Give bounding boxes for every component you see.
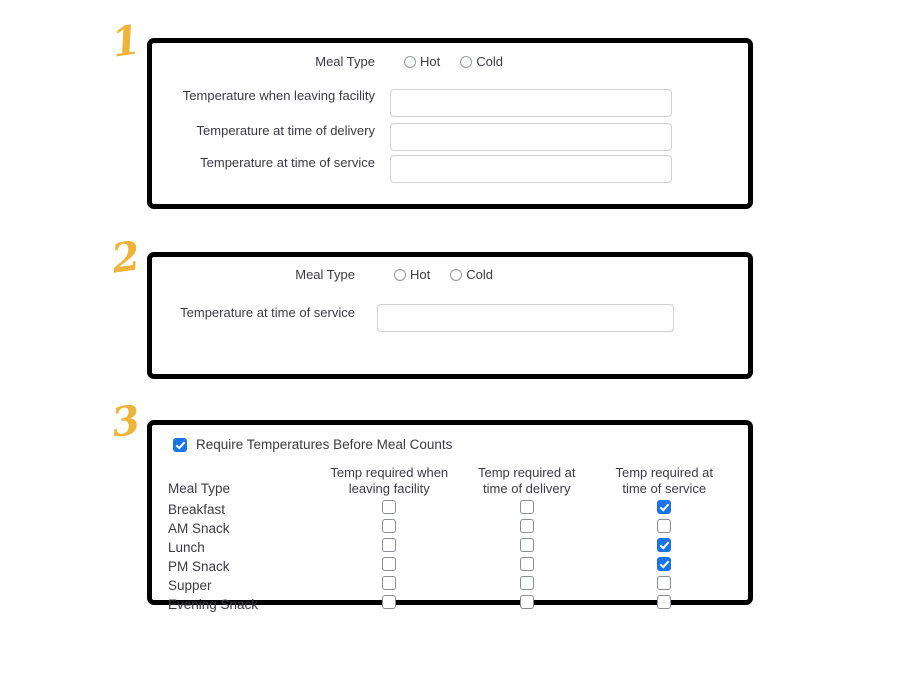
- panel1-temp-at-delivery-label: Temperature at time of delivery: [196, 123, 375, 138]
- panel1-meal-type-label: Meal Type: [315, 54, 375, 69]
- require-temperatures-label: Require Temperatures Before Meal Counts: [196, 437, 453, 452]
- checkbox-cell-service[interactable]: [596, 519, 734, 538]
- checkbox-service-breakfast[interactable]: [657, 500, 672, 514]
- meal-type-cell: Lunch: [168, 540, 205, 555]
- panel2-service-label-row: Temperature at time of service: [160, 305, 355, 320]
- panel2-radio-hot-label: Hot: [410, 267, 431, 282]
- header-temp-at-delivery: Temp required at time of delivery: [458, 465, 595, 500]
- step-number-2-annotation: 2: [108, 232, 143, 283]
- header-leaving-line2: leaving facility: [348, 481, 430, 496]
- checkbox-cell-service[interactable]: [596, 500, 734, 519]
- checkbox-cell-delivery[interactable]: [458, 500, 595, 519]
- meal-type-cell: PM Snack: [168, 559, 230, 574]
- checkbox-cell-leaving[interactable]: [321, 519, 458, 538]
- table-row: Lunch: [168, 538, 733, 557]
- checkbox-service-supper[interactable]: [657, 576, 672, 590]
- radio-icon-hot[interactable]: [404, 55, 416, 68]
- radio-icon-cold[interactable]: [460, 55, 473, 68]
- meal-type-cell: Evening Snack: [168, 597, 259, 612]
- checkbox-leaving-lunch[interactable]: [382, 538, 397, 552]
- header-temp-at-service: Temp required at time of service: [596, 465, 734, 500]
- header-service-line2: time of service: [622, 481, 707, 496]
- header-service-line1: Temp required at: [615, 465, 714, 480]
- checkbox-delivery-pm-snack[interactable]: [519, 557, 534, 571]
- panel1-meal-type-row: Meal Type: [160, 54, 375, 69]
- panel1-radio-cold[interactable]: Cold: [460, 54, 503, 69]
- checkbox-cell-leaving[interactable]: [321, 557, 458, 576]
- checkbox-cell-service[interactable]: [596, 557, 734, 576]
- step-number-1-annotation: 1: [108, 16, 143, 67]
- table-header-row: Meal Type Temp required when leaving fac…: [168, 465, 733, 500]
- radio-icon-cold[interactable]: [450, 268, 463, 281]
- checkbox-leaving-breakfast[interactable]: [382, 500, 397, 514]
- panel1-temp-at-delivery-input[interactable]: [390, 123, 672, 151]
- meal-temperature-requirements-table: Meal Type Temp required when leaving fac…: [168, 465, 733, 614]
- require-temperatures-checkbox[interactable]: [173, 437, 187, 452]
- panel1-temp-leaving-facility-input[interactable]: [390, 89, 672, 117]
- checkbox-cell-delivery[interactable]: [458, 576, 595, 595]
- checkbox-cell-delivery[interactable]: [458, 595, 595, 614]
- table-row: PM Snack: [168, 557, 733, 576]
- checkbox-cell-leaving[interactable]: [321, 595, 458, 614]
- checkbox-leaving-evening-snack[interactable]: [382, 595, 397, 609]
- checkbox-delivery-am-snack[interactable]: [519, 519, 534, 533]
- panel1-temp-leaving-facility-label: Temperature when leaving facility: [182, 88, 375, 103]
- meal-type-cell: AM Snack: [168, 521, 230, 536]
- checkbox-cell-service[interactable]: [596, 595, 734, 614]
- table-body: Breakfast AM Snack Lunch PM Snack Supper Even…: [168, 500, 733, 614]
- meal-type-cell: Breakfast: [168, 502, 226, 517]
- checkbox-cell-leaving[interactable]: [321, 576, 458, 595]
- require-temperatures-row[interactable]: Require Temperatures Before Meal Counts: [173, 437, 452, 452]
- header-meal-type: Meal Type: [168, 465, 321, 500]
- panel1-radio-hot-label: Hot: [420, 54, 441, 69]
- checkbox-cell-delivery[interactable]: [458, 557, 595, 576]
- table-row: Breakfast: [168, 500, 733, 519]
- checkbox-delivery-supper[interactable]: [519, 576, 534, 590]
- checkbox-cell-service[interactable]: [596, 576, 734, 595]
- step-number-3-annotation: 3: [108, 396, 143, 447]
- checkbox-service-pm-snack[interactable]: [657, 557, 672, 571]
- table-row: Supper: [168, 576, 733, 595]
- checkbox-cell-delivery[interactable]: [458, 538, 595, 557]
- header-temp-leaving-facility: Temp required when leaving facility: [321, 465, 458, 500]
- checkbox-delivery-breakfast[interactable]: [519, 500, 534, 514]
- panel2-temp-at-service-label: Temperature at time of service: [180, 305, 355, 320]
- panel1-temp-at-service-input[interactable]: [390, 155, 672, 183]
- radio-icon-hot[interactable]: [394, 268, 406, 281]
- panel1-delivery-label-row: Temperature at time of delivery: [160, 123, 375, 138]
- header-delivery-line2: time of delivery: [483, 481, 571, 496]
- table-row: AM Snack: [168, 519, 733, 538]
- checkbox-cell-service[interactable]: [596, 538, 734, 557]
- panel1-leaving-facility-label-row: Temperature when leaving facility: [160, 88, 375, 103]
- panel2-meal-type-radio-group[interactable]: Hot Cold: [394, 267, 493, 282]
- checkbox-leaving-pm-snack[interactable]: [382, 557, 397, 571]
- panel2-meal-type-label: Meal Type: [295, 267, 355, 282]
- checkbox-leaving-supper[interactable]: [382, 576, 397, 590]
- checkbox-service-lunch[interactable]: [657, 538, 672, 552]
- panel2-radio-cold[interactable]: Cold: [450, 267, 493, 282]
- checkbox-leaving-am-snack[interactable]: [382, 519, 397, 533]
- panel2-temp-at-service-input[interactable]: [377, 304, 674, 332]
- table-row: Evening Snack: [168, 595, 733, 614]
- header-leaving-line1: Temp required when: [330, 465, 449, 480]
- meal-type-cell: Supper: [168, 578, 212, 593]
- checkbox-cell-leaving[interactable]: [321, 538, 458, 557]
- checkbox-delivery-evening-snack[interactable]: [519, 595, 534, 609]
- panel1-meal-type-radio-group[interactable]: Hot Cold: [404, 54, 503, 69]
- checkbox-cell-delivery[interactable]: [458, 519, 595, 538]
- panel2-radio-hot[interactable]: Hot: [394, 267, 430, 282]
- checkbox-service-evening-snack[interactable]: [657, 595, 672, 609]
- checkbox-service-am-snack[interactable]: [657, 519, 672, 533]
- panel1-radio-cold-label: Cold: [476, 54, 503, 69]
- checkbox-cell-leaving[interactable]: [321, 500, 458, 519]
- checkbox-delivery-lunch[interactable]: [519, 538, 534, 552]
- panel1-service-label-row: Temperature at time of service: [160, 155, 375, 170]
- panel1-temp-at-service-label: Temperature at time of service: [200, 155, 375, 170]
- panel1-radio-hot[interactable]: Hot: [404, 54, 440, 69]
- header-meal-type-line1: Meal Type: [168, 481, 231, 496]
- panel2-radio-cold-label: Cold: [466, 267, 493, 282]
- panel2-meal-type-row: Meal Type: [170, 267, 355, 282]
- header-delivery-line1: Temp required at: [477, 465, 576, 480]
- screenshot-canvas: 1 Meal Type Hot Cold Temperature when le…: [0, 0, 900, 676]
